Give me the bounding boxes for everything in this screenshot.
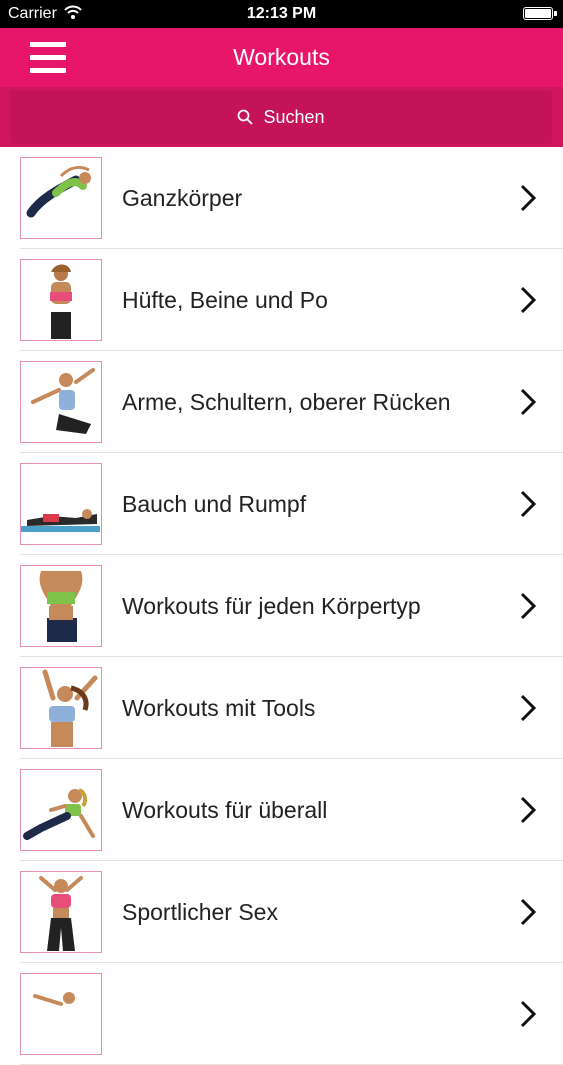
list-item[interactable]: Sportlicher Sex <box>0 861 563 963</box>
list-item-label: Bauch und Rumpf <box>122 491 307 517</box>
chevron-right-icon <box>520 694 537 722</box>
workout-photo-icon <box>20 973 102 1055</box>
list-item-label: Ganzkörper <box>122 185 243 211</box>
list-item[interactable]: Ganzkörper <box>0 147 563 249</box>
list-item-label: Hüfte, Beine und Po <box>122 287 328 313</box>
workout-photo-icon <box>20 157 102 239</box>
list-item-label: Workouts für überall <box>122 797 328 823</box>
list-item[interactable]: Bauch und Rumpf <box>0 453 563 555</box>
workout-photo-icon <box>20 871 102 953</box>
chevron-right-icon <box>520 184 537 212</box>
list-item[interactable] <box>0 963 563 1065</box>
workout-photo-icon <box>20 361 102 443</box>
search-placeholder: Suchen <box>263 107 325 127</box>
chevron-right-icon <box>520 286 537 314</box>
list-item[interactable]: Workouts mit Tools <box>0 657 563 759</box>
battery-icon <box>523 7 557 20</box>
nav-bar: Workouts <box>0 28 563 87</box>
list-item[interactable]: Workouts für überall <box>0 759 563 861</box>
chevron-right-icon <box>520 898 537 926</box>
chevron-right-icon <box>520 592 537 620</box>
workout-photo-icon <box>20 769 102 851</box>
chevron-right-icon <box>520 490 537 518</box>
list-item-label: Workouts für jeden Körpertyp <box>122 593 421 619</box>
list-item-label: Sportlicher Sex <box>122 899 278 925</box>
search-input[interactable]: Suchen <box>10 90 552 144</box>
list-item-label: Arme, Schultern, oberer Rücken <box>122 389 451 415</box>
chevron-right-icon <box>520 1000 537 1028</box>
chevron-right-icon <box>520 796 537 824</box>
clock: 12:13 PM <box>246 5 317 22</box>
chevron-right-icon <box>520 388 537 416</box>
workout-photo-icon <box>20 667 102 749</box>
workout-list: Ganzkörper Hüfte, Beine und Po Arme, Sch… <box>0 147 563 1065</box>
status-bar: Carrier 12:13 PM <box>0 0 563 28</box>
list-item[interactable]: Workouts für jeden Körpertyp <box>0 555 563 657</box>
workout-photo-icon <box>20 565 102 647</box>
search-icon <box>238 109 254 125</box>
page-title: Workouts <box>233 44 330 70</box>
list-item-label: Workouts mit Tools <box>122 695 316 721</box>
list-item[interactable]: Arme, Schultern, oberer Rücken <box>0 351 563 453</box>
workout-photo-icon <box>20 259 102 341</box>
list-item[interactable]: Hüfte, Beine und Po <box>0 249 563 351</box>
search-bar: Suchen <box>0 87 563 147</box>
workout-photo-icon <box>20 463 102 545</box>
